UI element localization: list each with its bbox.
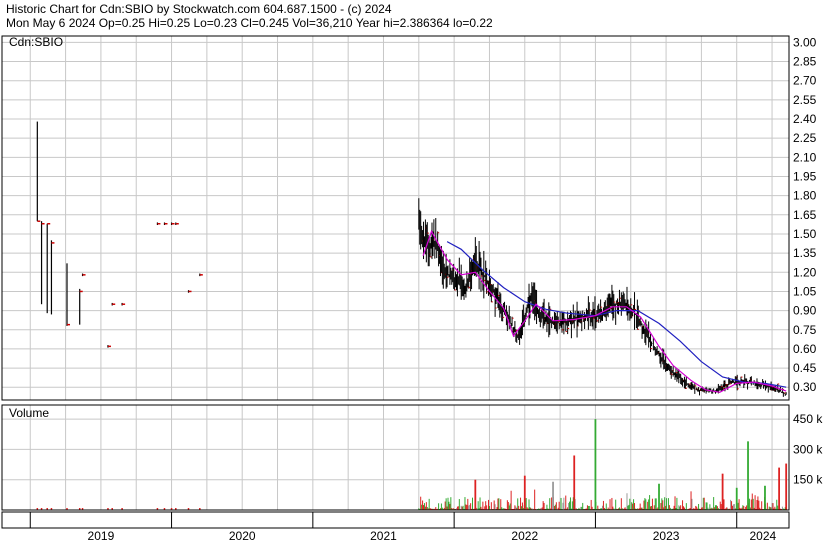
- x-tick-label: 2020: [229, 529, 256, 543]
- y-tick-label: 0.75: [793, 323, 817, 337]
- y-tick-label: 2.55: [793, 93, 817, 107]
- x-tick-label: 2022: [511, 529, 538, 543]
- y-tick-label: 2.25: [793, 131, 817, 145]
- volume-label: Volume: [9, 406, 49, 420]
- y-tick-label: 1.80: [793, 189, 817, 203]
- stock-chart: Historic Chart for Cdn:SBIO by Stockwatc…: [0, 0, 830, 543]
- y-tick-label: 300 k: [793, 442, 823, 456]
- y-tick-label: 2.10: [793, 150, 817, 164]
- y-tick-label: 1.05: [793, 284, 817, 298]
- y-tick-label: 0.30: [793, 380, 817, 394]
- y-tick-label: 0.60: [793, 342, 817, 356]
- y-tick-label: 150 k: [793, 473, 823, 487]
- y-tick-label: 3.00: [793, 35, 817, 49]
- y-tick-label: 2.70: [793, 74, 817, 88]
- x-tick-label: 2023: [653, 529, 680, 543]
- y-tick-label: 1.65: [793, 208, 817, 222]
- symbol-label: Cdn:SBIO: [9, 35, 63, 49]
- x-tick-label: 2024: [750, 529, 777, 543]
- y-tick-label: 0.90: [793, 304, 817, 318]
- y-tick-label: 1.35: [793, 246, 817, 260]
- y-tick-label: 2.40: [793, 112, 817, 126]
- y-tick-label: 0.45: [793, 361, 817, 375]
- y-tick-label: 1.20: [793, 265, 817, 279]
- header-line-1: Historic Chart for Cdn:SBIO by Stockwatc…: [6, 2, 392, 16]
- x-tick-label: 2021: [370, 529, 397, 543]
- y-tick-label: 1.95: [793, 169, 817, 183]
- chart-background: [0, 0, 830, 543]
- x-tick-label: 2019: [88, 529, 115, 543]
- y-tick-label: 1.50: [793, 227, 817, 241]
- header-line-2: Mon May 6 2024 Op=0.25 Hi=0.25 Lo=0.23 C…: [6, 16, 493, 30]
- y-tick-label: 450 k: [793, 412, 823, 426]
- y-tick-label: 2.85: [793, 55, 817, 69]
- volume-y-axis: 450 k 300 k 150 k: [793, 412, 823, 487]
